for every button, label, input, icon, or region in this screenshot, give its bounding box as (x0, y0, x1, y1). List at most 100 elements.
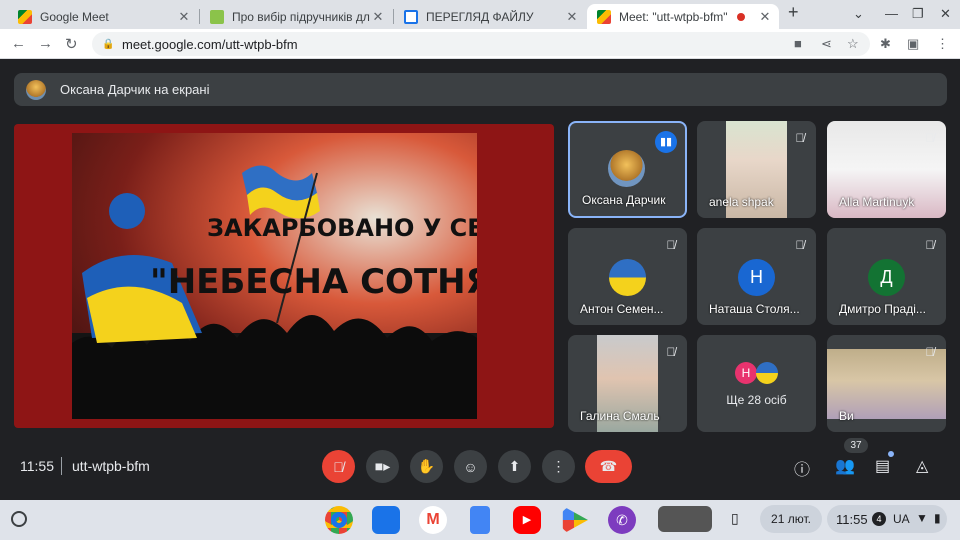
presenting-banner: Оксана Дарчик на екрані (14, 73, 947, 106)
mic-off-icon: 🎙̸ (795, 238, 805, 252)
url-text: meet.google.com/utt-wtpb-bfm (122, 36, 298, 52)
more-options-button[interactable]: ⋮ (542, 450, 575, 483)
chat-icon[interactable]: ▤ (875, 456, 890, 476)
close-window-icon[interactable]: ✕ (940, 6, 951, 22)
system-time: 11:55 (836, 512, 868, 527)
avatar (26, 79, 46, 100)
gmail-icon[interactable]: M (419, 506, 447, 534)
bookmark-star-icon[interactable]: ☆ (847, 36, 859, 52)
keyboard-locale: UA (893, 512, 910, 526)
chrome-icon[interactable] (325, 506, 353, 534)
close-icon[interactable]: ✕ (757, 9, 773, 25)
mic-toggle-button[interactable]: 🎙̸ (322, 450, 355, 483)
more-vert-icon: ⋮ (551, 458, 566, 474)
lock-icon: 🔒 (102, 39, 115, 50)
share-icon[interactable]: ⋖ (821, 36, 832, 52)
reactions-button[interactable]: ☺ (454, 450, 487, 483)
forward-icon[interactable]: → (38, 35, 53, 52)
avatar (756, 362, 778, 384)
more-participants-label: Ще 28 осіб (726, 393, 787, 407)
slide-title-line1: ЗАКАРБОВАНО У СЕРЦІ (207, 214, 477, 242)
tab-textbooks[interactable]: Про вибір підручників для 1 к ✕ (200, 4, 392, 29)
back-icon[interactable]: ← (11, 35, 26, 52)
participant-tile[interactable]: 🎙̸ Антон Семен... (568, 228, 687, 325)
participant-tile-more[interactable]: Н Ще 28 осіб (697, 335, 816, 432)
participant-name: Оксана Дарчик (582, 193, 666, 207)
participant-count-badge: 37 (844, 438, 868, 453)
tab-title: Meet: "utt-wtpb-bfm" (619, 9, 728, 24)
battery-icon: ▮ (934, 511, 941, 525)
wifi-icon: ▼ (916, 511, 928, 525)
tab-file-view[interactable]: ПЕРЕГЛЯД ФАЙЛУ ✕ (394, 4, 586, 29)
participant-tile[interactable]: ▮▮ Оксана Дарчик (568, 121, 687, 218)
screen-share: ЗАКАРБОВАНО У СЕРЦІ "НЕБЕСНА СОТНЯ" (14, 124, 554, 428)
participant-tile-self[interactable]: 🎙̸ Ви (827, 335, 946, 432)
docs-icon[interactable] (470, 506, 490, 534)
new-tab-button[interactable]: + (788, 2, 799, 23)
info-icon[interactable]: ⓘ (794, 456, 810, 480)
side-panel-icon[interactable]: ▣ (907, 36, 919, 52)
meet-icon (597, 9, 611, 24)
tab-google-meet[interactable]: Google Meet ✕ (8, 4, 198, 29)
phone-hub-icon[interactable]: ▯ (731, 510, 739, 527)
camera-toggle-button[interactable]: ■▸ (366, 450, 399, 483)
slide-artwork: ЗАКАРБОВАНО У СЕРЦІ "НЕБЕСНА СОТНЯ" (72, 165, 477, 419)
present-button[interactable]: ⬆ (498, 450, 531, 483)
close-icon[interactable]: ✕ (176, 9, 192, 25)
mic-off-icon: 🎙̸ (795, 131, 805, 145)
participant-name: Галина Смаль (580, 409, 660, 423)
leave-call-button[interactable]: ☎ (585, 450, 632, 483)
close-icon[interactable]: ✕ (564, 9, 580, 25)
participant-name: Дмитро Праді... (839, 302, 926, 316)
present-screen-icon: ⬆ (508, 458, 521, 474)
reload-icon[interactable]: ↻ (65, 35, 78, 53)
slide-image: ЗАКАРБОВАНО У СЕРЦІ "НЕБЕСНА СОТНЯ" (72, 133, 477, 419)
mic-off-icon: 🎙̸ (666, 238, 676, 252)
participant-tile[interactable]: Н 🎙̸ Наташа Столя... (697, 228, 816, 325)
restore-icon[interactable]: ❐ (912, 6, 924, 22)
participant-tile[interactable]: Д 🎙̸ Дмитро Праді... (827, 228, 946, 325)
extensions-icon[interactable]: ✱ (880, 36, 891, 52)
mic-off-icon: 🎙̸ (666, 345, 676, 359)
browser-toolbar: ← → ↻ 🔒 meet.google.com/utt-wtpb-bfm ■ ⋖… (0, 29, 960, 59)
youtube-icon[interactable]: ▶ (513, 506, 541, 534)
mic-off-icon: 🎙̸ (333, 458, 344, 475)
divider (61, 457, 62, 475)
participant-name: Наташа Столя... (709, 302, 800, 316)
tab-title: Google Meet (40, 9, 109, 24)
file-icon (404, 9, 418, 24)
hand-icon: ✋ (417, 458, 436, 474)
launcher-icon[interactable] (11, 511, 27, 527)
camera-icon[interactable]: ■ (794, 36, 802, 51)
meeting-code: utt-wtpb-bfm (72, 458, 150, 474)
tab-title: Про вибір підручників для 1 к (232, 9, 370, 24)
meet-window-preview[interactable] (658, 506, 712, 532)
speaking-icon: ▮▮ (655, 131, 677, 153)
people-icon[interactable]: 👥 (835, 456, 855, 476)
participant-tile[interactable]: 🎙̸ anela shpak (697, 121, 816, 218)
chevron-down-icon[interactable]: ⌄ (853, 6, 864, 22)
participant-tile[interactable]: 🎙̸ Галина Смаль (568, 335, 687, 432)
slide-title-line2: "НЕБЕСНА СОТНЯ" (150, 262, 477, 302)
raise-hand-button[interactable]: ✋ (410, 450, 443, 483)
date-pill[interactable]: 21 лют. (760, 505, 822, 533)
close-icon[interactable]: ✕ (370, 9, 386, 25)
files-icon[interactable] (372, 506, 400, 534)
emoji-icon: ☺ (463, 458, 478, 475)
chat-notification-dot (888, 451, 894, 457)
activities-icon[interactable]: ◬ (916, 456, 928, 476)
viber-icon[interactable]: ✆ (608, 506, 636, 534)
avatar (609, 259, 646, 296)
minimize-icon[interactable]: — (885, 6, 898, 21)
tab-meet-active[interactable]: Meet: "utt-wtpb-bfm" ✕ (587, 4, 779, 29)
mic-off-icon: 🎙̸ (925, 131, 935, 145)
participant-name: Alla Martinuyk (839, 195, 915, 209)
avatar-initial: Д (868, 259, 905, 296)
menu-icon[interactable]: ⋮ (936, 36, 949, 52)
address-bar[interactable]: 🔒 meet.google.com/utt-wtpb-bfm (92, 32, 870, 56)
participant-name: anela shpak (709, 195, 774, 209)
participant-tile[interactable]: 🎙̸ Alla Martinuyk (827, 121, 946, 218)
mic-off-icon: 🎙̸ (925, 238, 935, 252)
meet-call: Оксана Дарчик на екрані ЗАКАРБОВАНО У СЕ… (0, 60, 960, 500)
avatar-initial: Н (735, 362, 757, 384)
